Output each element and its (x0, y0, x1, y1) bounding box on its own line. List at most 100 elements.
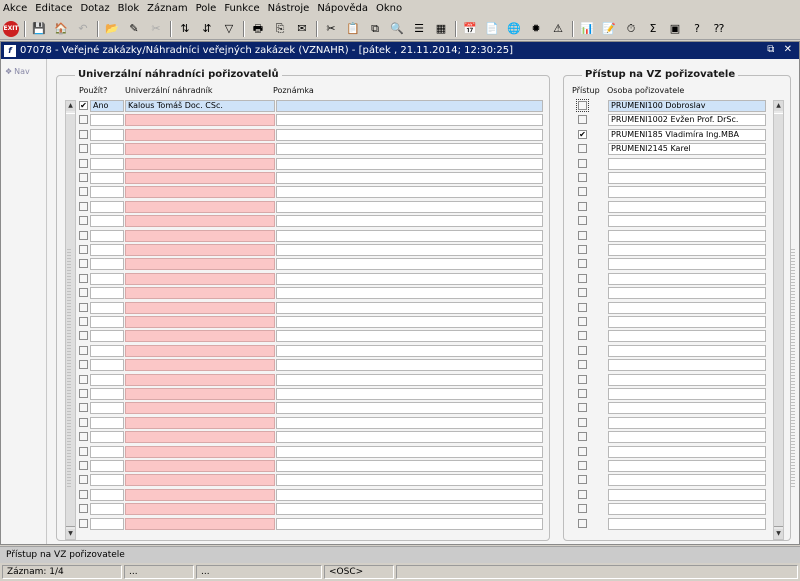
use-checkbox[interactable] (79, 216, 88, 226)
substitute-field[interactable] (125, 388, 275, 400)
use-checkbox[interactable] (79, 331, 88, 341)
clock-icon[interactable]: ⏱ (622, 20, 640, 38)
access-checkbox[interactable] (578, 288, 587, 298)
substitute-field[interactable] (125, 301, 275, 314)
access-checkbox[interactable] (578, 374, 587, 384)
note-field[interactable] (276, 330, 543, 343)
rollback-icon[interactable]: ↶ (74, 20, 92, 38)
table-row[interactable] (77, 316, 543, 329)
note-field[interactable] (276, 416, 543, 429)
access-checkbox[interactable] (578, 187, 587, 197)
table-row[interactable] (572, 445, 766, 459)
table-row[interactable] (77, 301, 543, 315)
print-icon[interactable]: 🖶 (249, 20, 267, 38)
note-field[interactable] (276, 316, 543, 328)
access-checkbox[interactable] (576, 99, 589, 112)
note-field[interactable] (276, 215, 543, 228)
note-field[interactable] (276, 373, 543, 386)
substitute-field[interactable] (125, 114, 275, 127)
copy-icon[interactable]: ⧉ (366, 20, 384, 38)
substitute-field[interactable] (125, 488, 275, 501)
sort-desc-icon[interactable]: ⇵ (198, 20, 216, 38)
table-row[interactable]: PRUMENI2145 Karel (572, 143, 766, 156)
person-field[interactable]: PRUMENI1002 Evžen Prof. DrSc. (608, 114, 766, 127)
person-field[interactable] (608, 488, 766, 501)
note-field[interactable] (276, 186, 543, 199)
resize-grip[interactable] (791, 249, 795, 489)
person-field[interactable]: PRUMENI2145 Karel (608, 143, 766, 156)
scroll-down-icon[interactable]: ▼ (66, 529, 75, 539)
use-checkbox[interactable] (79, 288, 88, 298)
note-field[interactable] (276, 301, 543, 314)
use-checkbox[interactable] (79, 259, 88, 269)
note-field[interactable] (276, 200, 543, 213)
use-checkbox[interactable] (79, 273, 88, 283)
table-row[interactable] (572, 388, 766, 401)
export-icon[interactable]: ⎘ (271, 20, 289, 38)
note-field[interactable] (276, 388, 543, 400)
mail-icon[interactable]: ✉ (293, 20, 311, 38)
access-checkbox[interactable] (578, 331, 587, 341)
use-checkbox[interactable] (79, 518, 88, 528)
use-checkbox[interactable] (79, 432, 88, 442)
note-field[interactable] (276, 460, 543, 472)
sum-icon[interactable]: Σ (644, 20, 662, 38)
list-icon[interactable]: ☰ (410, 20, 428, 38)
person-field[interactable] (608, 344, 766, 357)
table-row[interactable] (572, 215, 766, 228)
person-field[interactable] (608, 460, 766, 472)
table-row[interactable] (77, 503, 543, 516)
person-field[interactable] (608, 244, 766, 256)
table-row[interactable] (77, 143, 543, 156)
access-checkbox[interactable] (578, 201, 587, 211)
table-row[interactable] (572, 503, 766, 516)
chart-icon[interactable]: 📊 (578, 20, 596, 38)
scroll-up-icon[interactable]: ▲ (774, 101, 783, 111)
person-field[interactable] (608, 157, 766, 170)
table-row[interactable] (77, 431, 543, 444)
nav-link[interactable]: ❖ Nav (5, 67, 30, 76)
access-checkbox[interactable] (578, 446, 587, 456)
table-row[interactable] (572, 301, 766, 315)
gear-icon[interactable]: ✹ (527, 20, 545, 38)
sort-asc-icon[interactable]: ⇅ (176, 20, 194, 38)
table-row[interactable] (572, 272, 766, 286)
grid-icon[interactable]: ▦ (432, 20, 450, 38)
table-row[interactable] (77, 517, 543, 531)
table-row[interactable] (572, 287, 766, 300)
substitute-field[interactable]: Kalous Tomáš Doc. CSc. (125, 100, 275, 112)
person-field[interactable]: PRUMENI185 Vladimíra Ing.MBA (608, 128, 766, 141)
access-checkbox[interactable] (578, 317, 587, 326)
excel-icon[interactable]: ▣ (666, 20, 684, 38)
person-field[interactable] (608, 474, 766, 487)
scroll-thumb[interactable] (774, 113, 783, 527)
table-row[interactable] (572, 330, 766, 343)
use-checkbox[interactable] (79, 317, 88, 326)
access-checkbox[interactable] (578, 518, 587, 528)
use-checkbox[interactable] (79, 187, 88, 197)
person-field[interactable] (608, 200, 766, 213)
substitute-field[interactable] (125, 416, 275, 429)
table-row[interactable]: ✔ PRUMENI185 Vladimíra Ing.MBA (572, 128, 766, 142)
use-checkbox[interactable] (79, 201, 88, 211)
note-field[interactable] (276, 287, 543, 300)
person-field[interactable] (608, 373, 766, 386)
note-field[interactable] (276, 474, 543, 487)
table-row[interactable] (77, 229, 543, 243)
person-field[interactable] (608, 172, 766, 184)
note-field[interactable] (276, 258, 543, 271)
table-row[interactable] (572, 474, 766, 487)
table-row[interactable] (572, 344, 766, 358)
person-field[interactable] (608, 287, 766, 300)
table-row[interactable] (572, 258, 766, 271)
use-checkbox[interactable] (79, 345, 88, 355)
menu-pole[interactable]: Pole (192, 0, 221, 18)
commit-icon[interactable]: 🏠 (52, 20, 70, 38)
menu-zaznam[interactable]: Záznam (143, 0, 191, 18)
access-checkbox[interactable] (578, 245, 587, 254)
person-field[interactable] (608, 517, 766, 530)
note-field[interactable] (276, 114, 543, 127)
access-checkbox[interactable] (578, 273, 587, 283)
use-checkbox[interactable] (79, 417, 88, 427)
access-checkbox[interactable] (578, 475, 587, 485)
